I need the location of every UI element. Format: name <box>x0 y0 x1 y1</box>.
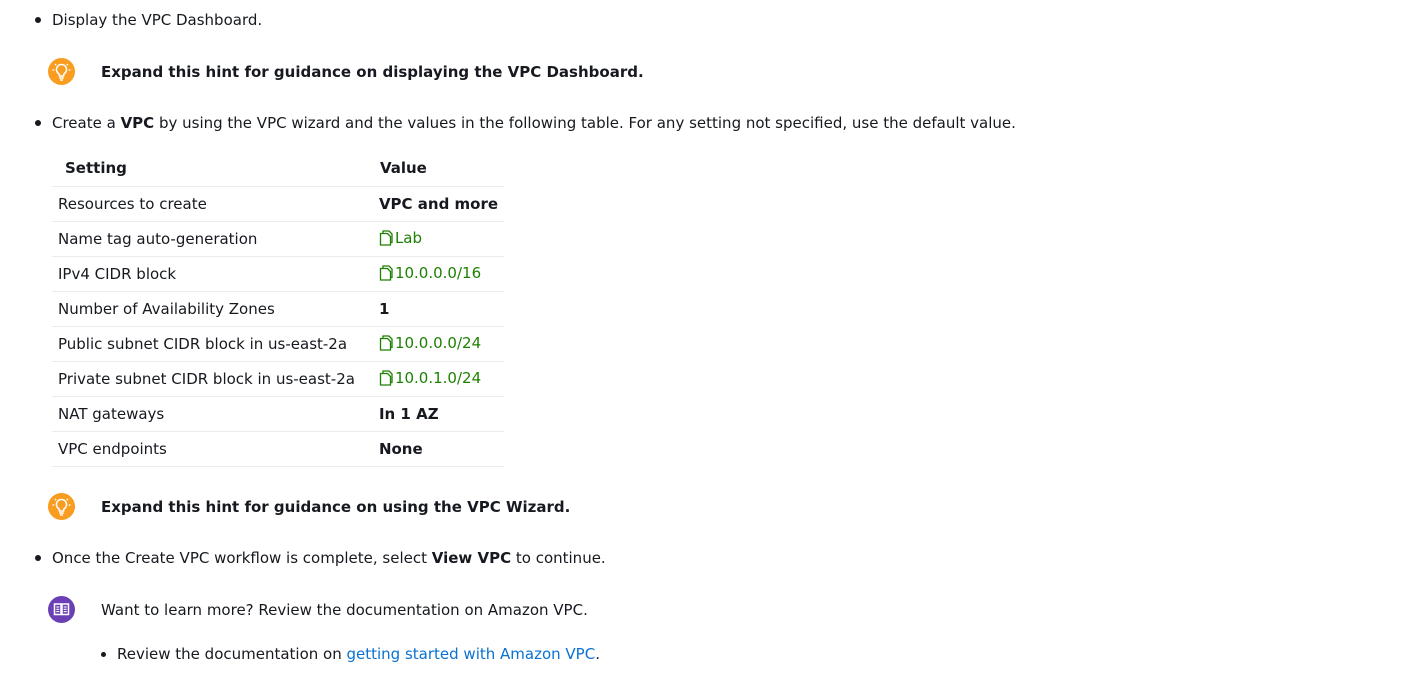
value-cell: 10.0.0.0/24 <box>366 326 505 362</box>
copy-value[interactable]: Lab <box>379 229 422 247</box>
copy-value-text[interactable]: 10.0.0.0/16 <box>395 264 481 282</box>
review-doc-suffix: . <box>595 645 600 663</box>
value-cell: None <box>366 431 505 467</box>
table-body: Resources to create VPC and more Name tag … <box>52 186 505 467</box>
setting-cell: Resources to create <box>52 186 367 222</box>
copy-value-text[interactable]: 10.0.1.0/24 <box>395 369 481 387</box>
setting-cell: Number of Availability Zones <box>52 291 367 327</box>
copy-value[interactable]: 10.0.0.0/16 <box>379 264 481 282</box>
copy-value-text[interactable]: Lab <box>395 229 422 247</box>
step-display-dashboard: Display the VPC Dashboard. <box>35 10 263 30</box>
copy-value[interactable]: 10.0.0.0/24 <box>379 334 481 352</box>
step-view-vpc: Once the Create VPC workflow is complete… <box>35 548 606 568</box>
vpc-settings-table: Setting Value Resources to create VPC and… <box>52 150 505 467</box>
book-icon <box>48 596 75 623</box>
step-text-prefix: Create a <box>52 114 121 132</box>
lightbulb-icon <box>48 58 75 85</box>
setting-cell: IPv4 CIDR block <box>52 256 367 292</box>
value-cell: In 1 AZ <box>366 396 505 432</box>
review-doc-item: Review the documentation on getting star… <box>101 644 600 664</box>
copy-icon[interactable] <box>379 334 395 351</box>
column-header-setting: Setting <box>52 150 367 187</box>
setting-cell: VPC endpoints <box>52 431 367 467</box>
hint-label[interactable]: Expand this hint for guidance on display… <box>101 62 644 82</box>
bullet <box>35 555 41 561</box>
value-text: VPC and more <box>378 195 499 213</box>
table-row: Public subnet CIDR block in us-east-2a 10… <box>52 326 505 362</box>
column-header-value: Value <box>366 150 505 187</box>
table-row: IPv4 CIDR block 10.0.0.0/16 <box>52 256 505 292</box>
copy-value-text[interactable]: 10.0.0.0/24 <box>395 334 481 352</box>
step-text-suffix: to continue. <box>511 549 606 567</box>
bullet <box>35 120 41 126</box>
step-create-vpc: Create a VPC by using the VPC wizard and… <box>35 113 1016 133</box>
setting-cell: NAT gateways <box>52 396 367 432</box>
value-cell: VPC and more <box>366 186 505 222</box>
copy-icon[interactable] <box>379 264 395 281</box>
table-row: Name tag auto-generation Lab <box>52 221 505 257</box>
step-text-bold: VPC <box>120 114 155 132</box>
bullet <box>101 652 106 657</box>
value-text: 1 <box>378 300 390 318</box>
learn-more-text: Want to learn more? Review the documenta… <box>101 601 588 619</box>
hint-label[interactable]: Expand this hint for guidance on using t… <box>101 497 570 517</box>
table-row: VPC endpoints None <box>52 431 505 467</box>
review-doc-prefix: Review the documentation on <box>117 645 347 663</box>
step-text-suffix: by using the VPC wizard and the values i… <box>154 114 1016 132</box>
table-row: NAT gateways In 1 AZ <box>52 396 505 432</box>
value-cell: 1 <box>366 291 505 327</box>
table-row: Resources to create VPC and more <box>52 186 505 222</box>
lab-instructions: Display the VPC Dashboard. Expand this h… <box>0 0 1404 695</box>
bullet <box>35 17 41 23</box>
table-header-row: Setting Value <box>52 150 505 187</box>
step-text-prefix: Once the Create VPC workflow is complete… <box>52 549 432 567</box>
getting-started-link[interactable]: getting started with Amazon VPC <box>347 645 596 663</box>
setting-cell: Public subnet CIDR block in us-east-2a <box>52 326 367 362</box>
value-text: None <box>378 440 423 458</box>
copy-icon[interactable] <box>379 229 395 246</box>
copy-value[interactable]: 10.0.1.0/24 <box>379 369 481 387</box>
lightbulb-icon <box>48 493 75 520</box>
value-cell: 10.0.1.0/24 <box>366 361 505 397</box>
copy-icon[interactable] <box>379 369 395 386</box>
setting-cell: Name tag auto-generation <box>52 221 367 257</box>
value-text: In 1 AZ <box>378 405 439 423</box>
table-row: Number of Availability Zones 1 <box>52 291 505 327</box>
setting-cell: Private subnet CIDR block in us-east-2a <box>52 361 367 397</box>
step-text-bold: View VPC <box>431 549 512 567</box>
value-cell: 10.0.0.0/16 <box>366 256 505 292</box>
table-row: Private subnet CIDR block in us-east-2a 1… <box>52 361 505 397</box>
step-text: Display the VPC Dashboard. <box>52 11 263 29</box>
value-cell: Lab <box>366 221 505 257</box>
